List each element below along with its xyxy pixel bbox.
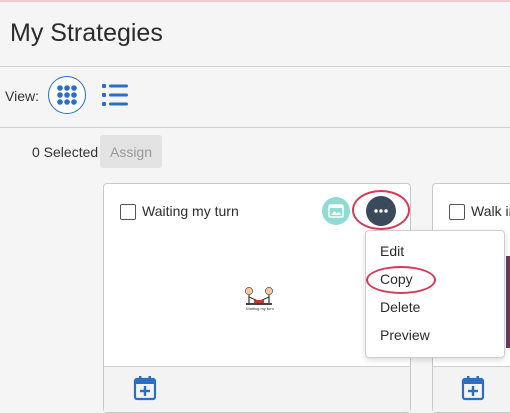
- menu-item-preview[interactable]: Preview: [380, 327, 430, 343]
- menu-item-edit[interactable]: Edit: [380, 243, 404, 259]
- list-icon: [102, 84, 128, 106]
- view-toolbar: View:: [0, 67, 510, 128]
- image-icon: [328, 204, 344, 218]
- list-view-button[interactable]: [102, 82, 130, 108]
- menu-item-delete[interactable]: Delete: [380, 299, 420, 315]
- assign-button[interactable]: Assign: [100, 135, 162, 168]
- image-button[interactable]: [322, 197, 350, 225]
- calendar-add-icon[interactable]: [461, 375, 485, 401]
- selected-count: 0 Selected: [32, 144, 99, 160]
- page-header: My Strategies: [0, 2, 510, 67]
- highlight-ring-copy: [366, 266, 436, 294]
- card-checkbox[interactable]: [120, 204, 136, 220]
- calendar-add-icon[interactable]: [133, 375, 157, 401]
- card-footer: [433, 366, 510, 412]
- picture-caption: Waiting my turn: [246, 306, 274, 311]
- card-title: Walk in: [471, 203, 510, 219]
- grid-view-button[interactable]: [48, 76, 86, 114]
- view-label: View:: [5, 88, 39, 104]
- card-image-edge: [506, 256, 510, 348]
- card-title: Waiting my turn: [142, 203, 239, 219]
- highlight-ring-more-button: [352, 190, 410, 230]
- grid-icon: [57, 85, 77, 105]
- card-options-menu: Edit Copy Delete Preview: [365, 230, 505, 358]
- page-title: My Strategies: [10, 19, 163, 47]
- card-footer: [104, 366, 410, 412]
- card-checkbox[interactable]: [449, 204, 465, 220]
